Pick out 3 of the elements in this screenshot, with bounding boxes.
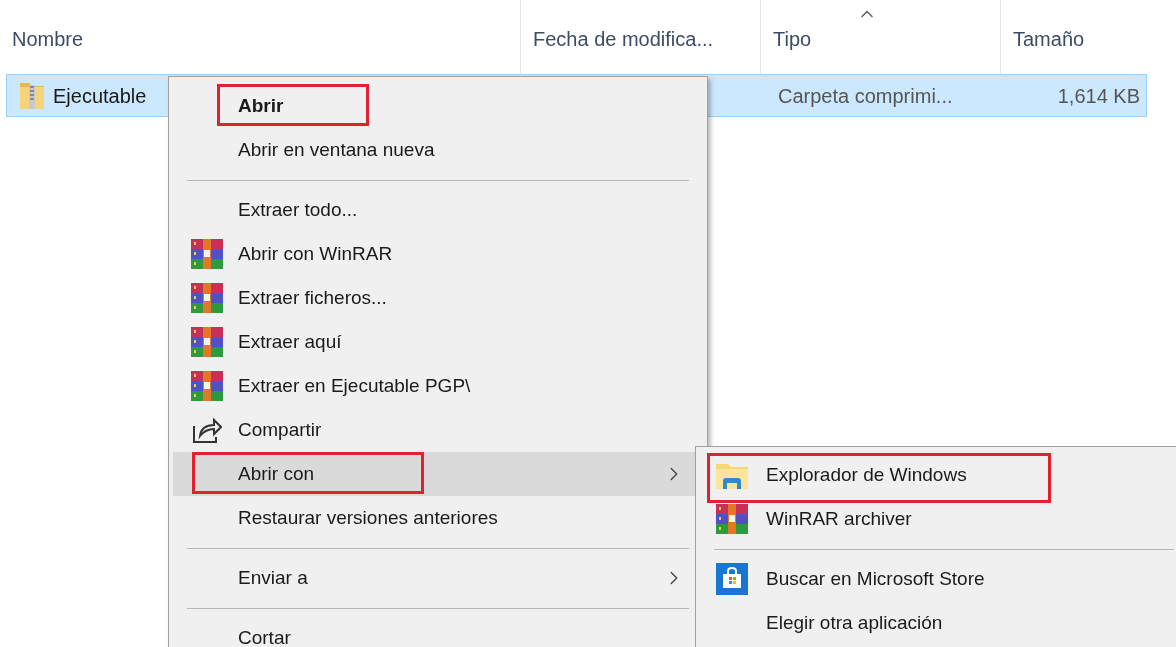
file-type: Carpeta comprimi...: [777, 83, 954, 109]
file-size: 1,614 KB: [1056, 83, 1140, 109]
file-name: Ejecutable: [53, 83, 147, 109]
